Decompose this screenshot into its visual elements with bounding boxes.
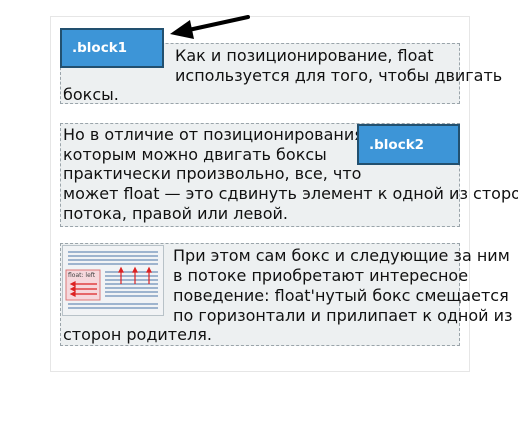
section3-line-3: поведение: float'нутый бокс смещается xyxy=(173,286,509,305)
section3-line-2: в потоке приобретают интересное xyxy=(173,266,469,285)
section2-line-4: может float — это сдвинуть элемент к одн… xyxy=(63,184,518,203)
section1-line-3: боксы. xyxy=(63,85,119,104)
block2-label: .block2 xyxy=(369,136,425,153)
section1-line-2: используется для того, чтобы двигать xyxy=(175,66,503,85)
section2-line-3: практически произвольно, все, что xyxy=(63,164,362,183)
section1-line-1: Как и позиционирование, float xyxy=(175,46,434,65)
section2-line-5: потока, правой или левой. xyxy=(63,204,289,223)
pointer-arrow-icon xyxy=(170,15,250,39)
thumbnail-float-label: float: left xyxy=(68,272,96,279)
section3-line-5: сторон родителя. xyxy=(63,325,212,344)
block1-box: .block1 xyxy=(60,28,164,68)
block2-box: .block2 xyxy=(357,124,460,165)
section2-line-2: которым можно двигать боксы xyxy=(63,145,327,164)
float-illustration-thumbnail: float: left xyxy=(62,245,164,316)
block1-label: .block1 xyxy=(72,40,128,56)
section3-line-4: по горизонтали и прилипает к одной из xyxy=(173,306,513,325)
section3-line-1: При этом сам бокс и следующие за ним xyxy=(173,246,510,265)
section2-line-1: Но в отличие от позиционирования, xyxy=(63,125,369,144)
